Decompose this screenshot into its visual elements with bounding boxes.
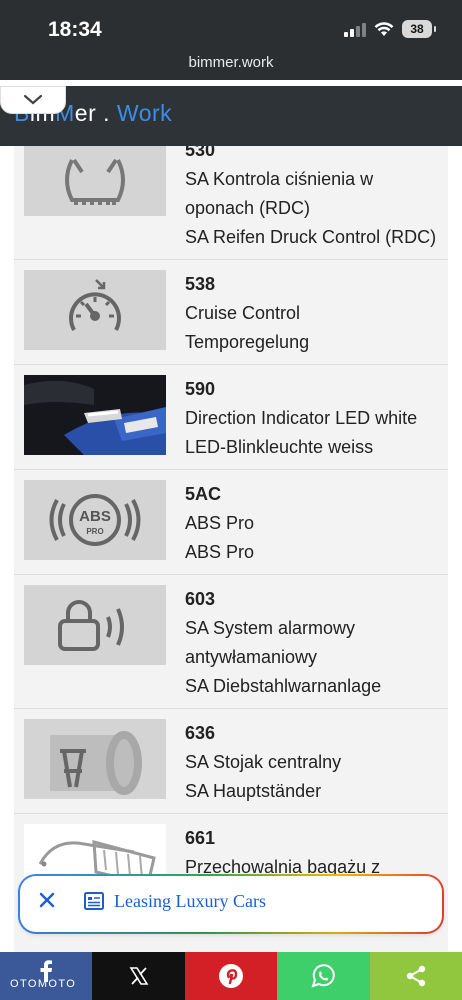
list-item: 636 SA Stojak centralny SA Hauptständer [14, 709, 448, 814]
list-item: 530 SA Kontrola ciśnienia w oponach (RDC… [14, 146, 448, 260]
option-text-line: SA Kontrola ciśnienia w [185, 169, 374, 189]
whatsapp-icon [311, 964, 336, 988]
option-code: 538 [185, 274, 216, 294]
option-code: 590 [185, 379, 216, 399]
chevron-down-icon [23, 94, 43, 105]
share-otomoto-button[interactable]: OTOMOTO [0, 952, 93, 1000]
logo-part: er . [74, 100, 117, 126]
option-code: 603 [185, 589, 216, 609]
abs-pro-icon: ABS PRO [24, 480, 166, 560]
option-text-line: SA System alarmowy [185, 618, 356, 638]
option-text-line: SA Hauptständer [185, 781, 322, 801]
option-text-line: SA Diebstahlwarnanlage [185, 676, 382, 696]
status-icons: 38 [344, 20, 436, 38]
status-time: 18:34 [48, 18, 102, 41]
led-indicator-photo [24, 375, 166, 455]
logo-part: Work [116, 100, 173, 126]
option-code: 5AC [185, 484, 222, 504]
option-text-line: Temporegelung [185, 332, 310, 352]
ad-badge-icon [84, 892, 104, 915]
list-item: ABS PRO 5AC ABS Pro ABS Pro [14, 470, 448, 575]
share-pinterest-button[interactable] [184, 952, 278, 1000]
ad-label[interactable]: Leasing Luxury Cars [114, 891, 266, 912]
share-icon [406, 965, 426, 987]
list-item: 538 Cruise Control Temporegelung [14, 260, 448, 365]
speedometer-icon [24, 270, 166, 350]
ad-banner[interactable]: Leasing Luxury Cars [20, 876, 442, 932]
option-text-line: LED-Blinkleuchte weiss [185, 437, 374, 457]
option-text-line: Direction Indicator LED white [185, 408, 418, 428]
collapse-toggle-button[interactable] [0, 86, 66, 114]
options-list: 530 SA Kontrola ciśnienia w oponach (RDC… [0, 146, 462, 952]
cellular-signal-icon [344, 21, 366, 37]
option-text-line: ABS Pro [185, 542, 255, 562]
otomoto-label: OTOMOTO [10, 978, 77, 990]
share-generic-button[interactable] [369, 952, 462, 1000]
option-text-line: ABS Pro [185, 513, 255, 533]
url-bar[interactable]: bimmer.work [0, 54, 462, 71]
x-logo-icon [129, 967, 149, 985]
option-text-line: SA Reifen Druck Control (RDC) [185, 227, 437, 247]
share-bar: OTOMOTO [0, 952, 462, 1000]
pinterest-icon [219, 964, 244, 988]
option-code: 636 [185, 723, 216, 743]
list-item: 603 SA System alarmowy antywłamaniowy SA… [14, 575, 448, 709]
ad-close-button[interactable] [36, 889, 58, 916]
option-text-line: Cruise Control [185, 303, 301, 323]
tire-pressure-icon [24, 146, 166, 216]
site-header: BimMer . Work [0, 86, 462, 146]
center-stand-icon [24, 719, 166, 799]
option-text-line: SA Stojak centralny [185, 752, 342, 772]
option-text-line: antywłamaniowy [185, 647, 318, 667]
share-whatsapp-button[interactable] [277, 952, 370, 1000]
wifi-icon [374, 22, 394, 36]
close-icon [39, 892, 55, 908]
list-item: 590 Direction Indicator LED white LED-Bl… [14, 365, 448, 470]
abs-icon-text: ABS [79, 508, 111, 525]
share-x-button[interactable] [92, 952, 185, 1000]
option-code: 530 [185, 146, 216, 160]
browser-top-bar: 18:34 38 bimmer.work [0, 0, 462, 80]
abs-icon-subtext: PRO [86, 527, 103, 536]
option-code: 661 [185, 828, 216, 848]
option-text-line: oponach (RDC) [185, 198, 311, 218]
padlock-alarm-icon [24, 585, 166, 665]
battery-indicator: 38 [402, 20, 436, 38]
